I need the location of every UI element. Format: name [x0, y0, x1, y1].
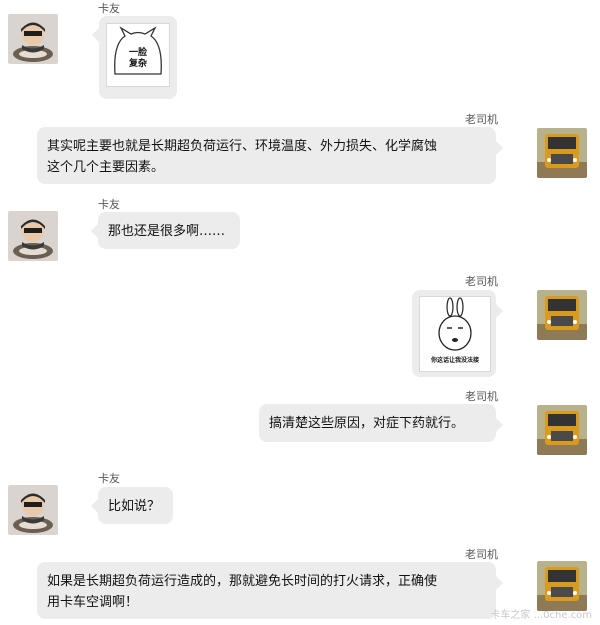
message-bubble-sticker[interactable]: 你这话让我没法接	[412, 290, 503, 377]
sender-name: 老司机	[465, 548, 498, 561]
message-bubble-text[interactable]: 如果是长期超负荷运行造成的，那就避免长时间的打火请求，正确使 用卡车空调啊！	[37, 562, 503, 619]
sticker-image: 你这话让我没法接	[419, 296, 491, 372]
message-bubble-text[interactable]: 那也还是很多啊……	[91, 212, 240, 249]
message-text: 其实呢主要也就是长期超负荷运行、环境温度、外力损失、化学腐蚀	[47, 139, 438, 154]
message-text: 搞清楚这些原因，对症下药就行。	[269, 416, 465, 431]
right-avatar[interactable]	[537, 561, 587, 611]
right-avatar[interactable]	[537, 128, 587, 178]
message-text: 那也还是很多啊……	[108, 224, 226, 239]
driver-avatar-icon	[8, 14, 58, 64]
sender-name: 老司机	[465, 390, 498, 403]
message-text: 比如说？	[108, 499, 161, 514]
truck-avatar-icon	[537, 561, 587, 611]
watermark: 卡车之家 ...0che.com	[490, 610, 592, 621]
sender-name: 卡友	[98, 472, 120, 485]
message-bubble-sticker[interactable]: 一脸 复杂	[92, 16, 177, 99]
message-text: 如果是长期超负荷运行造成的，那就避免长时间的打火请求，正确使	[47, 574, 438, 589]
left-avatar[interactable]	[8, 211, 58, 261]
sticker-caption: 你这话让我没法接	[430, 357, 479, 364]
rabbit-sticker-icon	[438, 297, 472, 351]
sender-name: 老司机	[465, 113, 498, 126]
sender-name: 卡友	[98, 2, 120, 15]
sticker-text: 复杂	[128, 59, 147, 69]
sender-name: 卡友	[98, 198, 120, 211]
message-text: 这个几个主要因素。	[47, 160, 165, 175]
truck-avatar-icon	[537, 290, 587, 340]
left-avatar[interactable]	[8, 485, 58, 535]
right-avatar[interactable]	[537, 405, 587, 455]
message-bubble-text[interactable]: 其实呢主要也就是长期超负荷运行、环境温度、外力损失、化学腐蚀 这个几个主要因素。	[37, 127, 503, 184]
message-text: 用卡车空调啊！	[47, 595, 139, 610]
sticker-image: 一脸 复杂	[106, 23, 170, 87]
left-avatar[interactable]	[8, 14, 58, 64]
sticker-text: 一脸	[128, 48, 147, 58]
sender-name: 老司机	[465, 275, 498, 288]
truck-avatar-icon	[537, 405, 587, 455]
message-bubble-text[interactable]: 搞清楚这些原因，对症下药就行。	[259, 404, 503, 442]
driver-avatar-icon	[8, 211, 58, 261]
truck-avatar-icon	[537, 128, 587, 178]
driver-avatar-icon	[8, 485, 58, 535]
message-bubble-text[interactable]: 比如说？	[91, 487, 173, 524]
right-avatar[interactable]	[537, 290, 587, 340]
